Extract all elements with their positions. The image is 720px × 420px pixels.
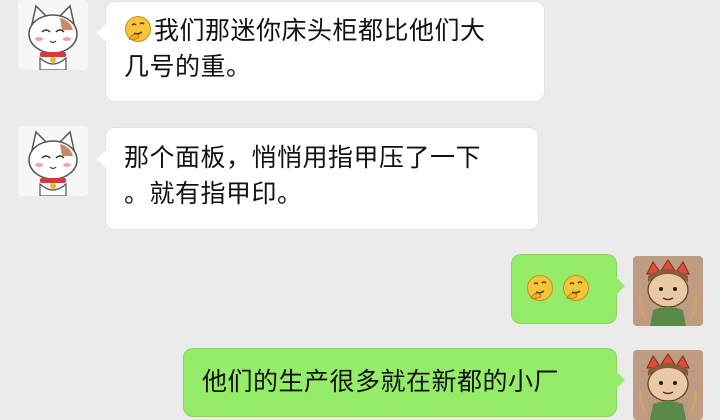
thinking-face-icon bbox=[526, 274, 554, 302]
bubble-tail bbox=[616, 371, 625, 389]
user-avatar-icon bbox=[633, 350, 703, 420]
cat-avatar[interactable] bbox=[18, 126, 88, 196]
message-bubble-outgoing[interactable] bbox=[512, 255, 625, 323]
user-avatar-icon bbox=[633, 256, 703, 326]
message-bubble-incoming[interactable]: 我们那迷你床头柜都比他们大 几号的重。 bbox=[97, 2, 544, 101]
cat-avatar-icon bbox=[18, 126, 88, 196]
thinking-face-icon bbox=[124, 15, 152, 43]
user-avatar[interactable] bbox=[633, 256, 703, 326]
bubble-tail bbox=[616, 277, 625, 295]
message-bubble-incoming[interactable]: 那个面板，悄悄用指甲压了一下 。就有指甲印。 bbox=[97, 128, 538, 229]
bubble-tail bbox=[97, 24, 106, 42]
message-text: 他们的生产很多就在新都的小厂 bbox=[202, 367, 560, 396]
cat-avatar[interactable] bbox=[18, 0, 88, 70]
thinking-face-icon bbox=[562, 274, 590, 302]
message-text: 那个面板，悄悄用指甲压了一下 。就有指甲印。 bbox=[124, 143, 482, 208]
message-text: 我们那迷你床头柜都比他们大 几号的重。 bbox=[124, 16, 486, 81]
message-bubble-outgoing[interactable]: 他们的生产很多就在新都的小厂 bbox=[184, 349, 625, 416]
user-avatar[interactable] bbox=[633, 350, 703, 420]
cat-avatar-icon bbox=[18, 0, 88, 70]
bubble-tail bbox=[97, 150, 106, 168]
